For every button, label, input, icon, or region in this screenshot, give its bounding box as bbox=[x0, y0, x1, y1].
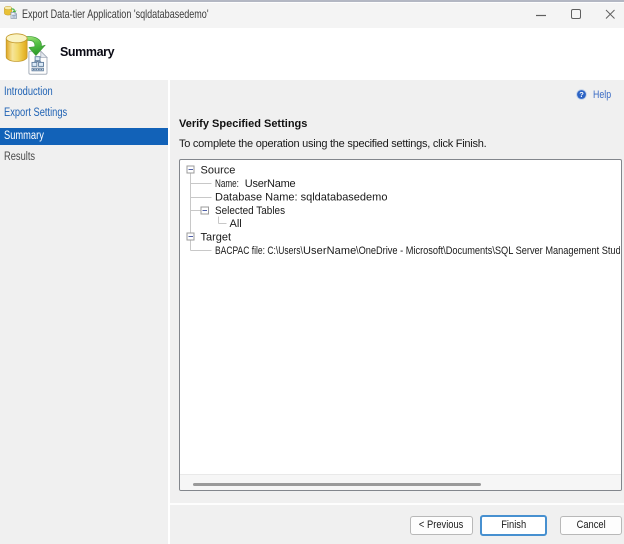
svg-text:Selected Tables: Selected Tables bbox=[215, 206, 285, 218]
svg-text:Source: Source bbox=[201, 165, 236, 177]
svg-text:All: All bbox=[230, 218, 242, 230]
svg-text:Target: Target bbox=[201, 232, 232, 244]
svg-text:\OneDrive - Microsoft\Document: \OneDrive - Microsoft\Documents\SQL Serv… bbox=[356, 245, 620, 257]
svg-text:UserName: UserName bbox=[303, 245, 356, 257]
svg-text:UserName: UserName bbox=[245, 178, 296, 190]
svg-text:Name:: Name: bbox=[215, 178, 239, 191]
svg-text:BACPAC file: C:\Users\: BACPAC file: C:\Users\ bbox=[215, 245, 303, 257]
svg-text:Database Name: sqldatabasedemo: Database Name: sqldatabasedemo bbox=[215, 192, 387, 204]
svg-text:?: ? bbox=[579, 90, 584, 99]
